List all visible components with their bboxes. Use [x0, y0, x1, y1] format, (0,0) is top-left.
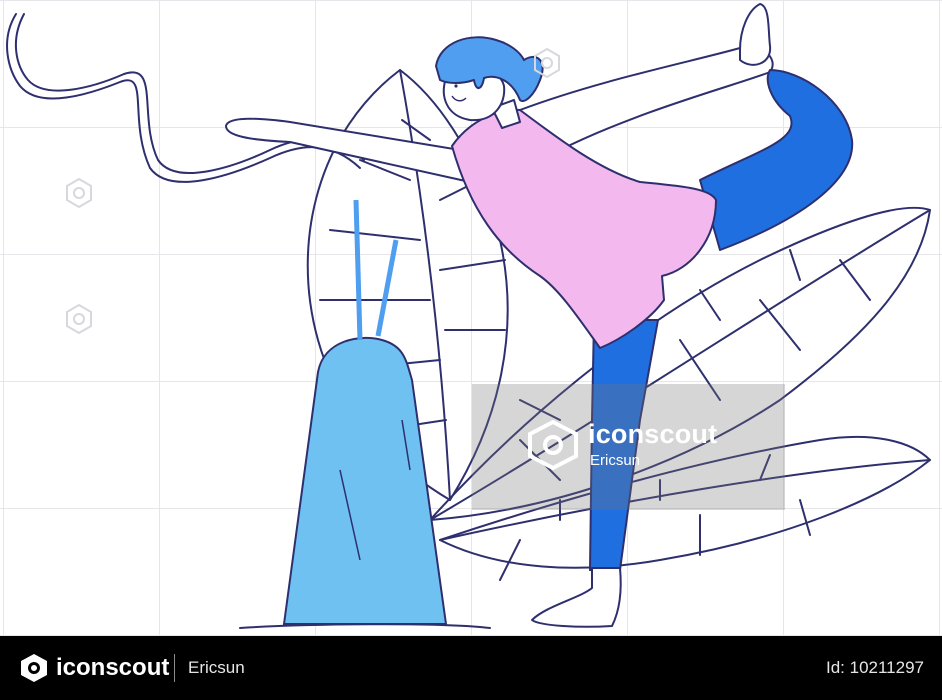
iconscout-logo-icon — [528, 420, 578, 470]
straw-left — [353, 199, 363, 341]
footer-author[interactable]: Ericsun — [188, 658, 245, 678]
raised-foot — [739, 3, 772, 66]
footer-divider — [174, 654, 175, 682]
footer-brand[interactable]: iconscout — [56, 654, 169, 682]
footer-bar: iconscout Ericsun Id: 10211297 — [0, 636, 942, 700]
yoga-illustration — [6, 3, 931, 629]
arm-front — [225, 117, 471, 183]
iconscout-logo-icon[interactable] — [18, 652, 50, 684]
footer-asset-id: Id: 10211297 — [826, 658, 924, 677]
watermark-icon — [534, 47, 560, 79]
illustration-canvas: iconscout Ericsun — [0, 0, 942, 636]
watermark-author: Ericsun — [590, 452, 641, 469]
raised-leg — [699, 69, 854, 251]
standing-foot — [531, 567, 622, 628]
blue-vase — [282, 336, 448, 625]
rope-line — [6, 13, 361, 183]
watermark-icon — [66, 303, 92, 335]
straw-right — [375, 239, 399, 337]
watermark-brand: iconscout — [588, 419, 718, 449]
rope-line-inner — [14, 13, 365, 174]
pink-top — [451, 108, 717, 349]
watermark-icon — [66, 177, 92, 209]
